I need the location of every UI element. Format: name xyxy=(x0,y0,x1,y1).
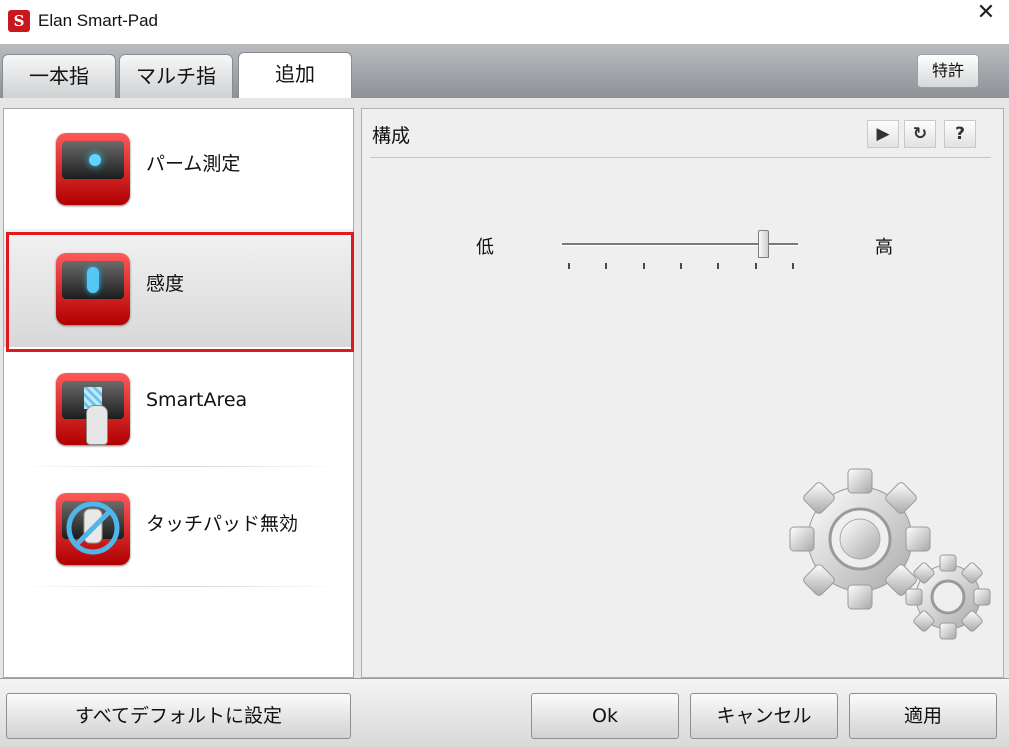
help-button[interactable]: ? xyxy=(944,120,976,148)
list-item-label: タッチパッド無効 xyxy=(146,513,299,535)
prohibited-hand-icon xyxy=(66,501,120,555)
slider-tick xyxy=(605,263,608,269)
footer-bar: すべてデフォルトに設定 Ok キャンセル 適用 xyxy=(0,678,1009,747)
touchpad-disable-icon xyxy=(56,493,130,565)
sensitivity-slider-thumb[interactable] xyxy=(757,230,769,258)
icon-screen xyxy=(62,141,124,179)
slider-tick xyxy=(717,263,720,269)
glow-dot xyxy=(89,154,101,166)
slider-tick xyxy=(792,263,794,269)
content-area: パーム測定 感度 SmartArea タッチパッド無効 構成 ▶ ↻ ? 低 高 xyxy=(0,98,1009,678)
list-item-label: パーム測定 xyxy=(146,153,241,175)
smartarea-icon xyxy=(56,373,130,445)
list-item-touchpad-disable[interactable]: タッチパッド無効 xyxy=(4,469,353,587)
slider-low-label: 低 xyxy=(476,237,494,258)
list-item-smartarea[interactable]: SmartArea xyxy=(4,349,353,467)
tab-multi-finger[interactable]: マルチ指 xyxy=(119,54,233,98)
divider xyxy=(16,586,341,587)
window-title: Elan Smart-Pad xyxy=(38,11,158,30)
tab-one-finger[interactable]: 一本指 xyxy=(2,54,116,98)
cancel-button[interactable]: キャンセル xyxy=(690,693,838,739)
restore-defaults-button[interactable]: すべてデフォルトに設定 xyxy=(6,693,351,739)
slider-tick xyxy=(754,263,757,269)
list-item-label: SmartArea xyxy=(146,389,248,411)
slider-tick xyxy=(680,263,682,269)
apply-button[interactable]: 適用 xyxy=(849,693,997,739)
feature-list: パーム測定 感度 SmartArea タッチパッド無効 xyxy=(3,108,354,678)
slider-high-label: 高 xyxy=(875,237,893,258)
divider xyxy=(16,466,341,467)
config-panel: 構成 ▶ ↻ ? 低 高 xyxy=(361,108,1004,678)
title-bar: S Elan Smart-Pad ✕ xyxy=(0,0,1009,44)
tab-strip: 一本指 マルチ指 追加 特許 xyxy=(0,44,1009,98)
slider-tick xyxy=(568,263,570,269)
elan-logo-icon: S xyxy=(8,10,30,32)
tab-additional[interactable]: 追加 xyxy=(238,52,352,98)
hand-pointer-icon xyxy=(86,405,108,445)
patent-button[interactable]: 特許 xyxy=(917,54,979,88)
config-title: 構成 xyxy=(372,125,411,147)
palm-check-icon xyxy=(56,133,130,205)
close-button[interactable]: ✕ xyxy=(963,0,1009,44)
selection-highlight xyxy=(6,232,354,352)
divider xyxy=(370,157,991,158)
play-button[interactable]: ▶ xyxy=(867,120,899,148)
gears-icon xyxy=(789,468,991,640)
list-item-palm-check[interactable]: パーム測定 xyxy=(4,109,353,227)
ok-button[interactable]: Ok xyxy=(531,693,679,739)
slider-tick xyxy=(642,263,645,269)
refresh-button[interactable]: ↻ xyxy=(904,120,936,148)
